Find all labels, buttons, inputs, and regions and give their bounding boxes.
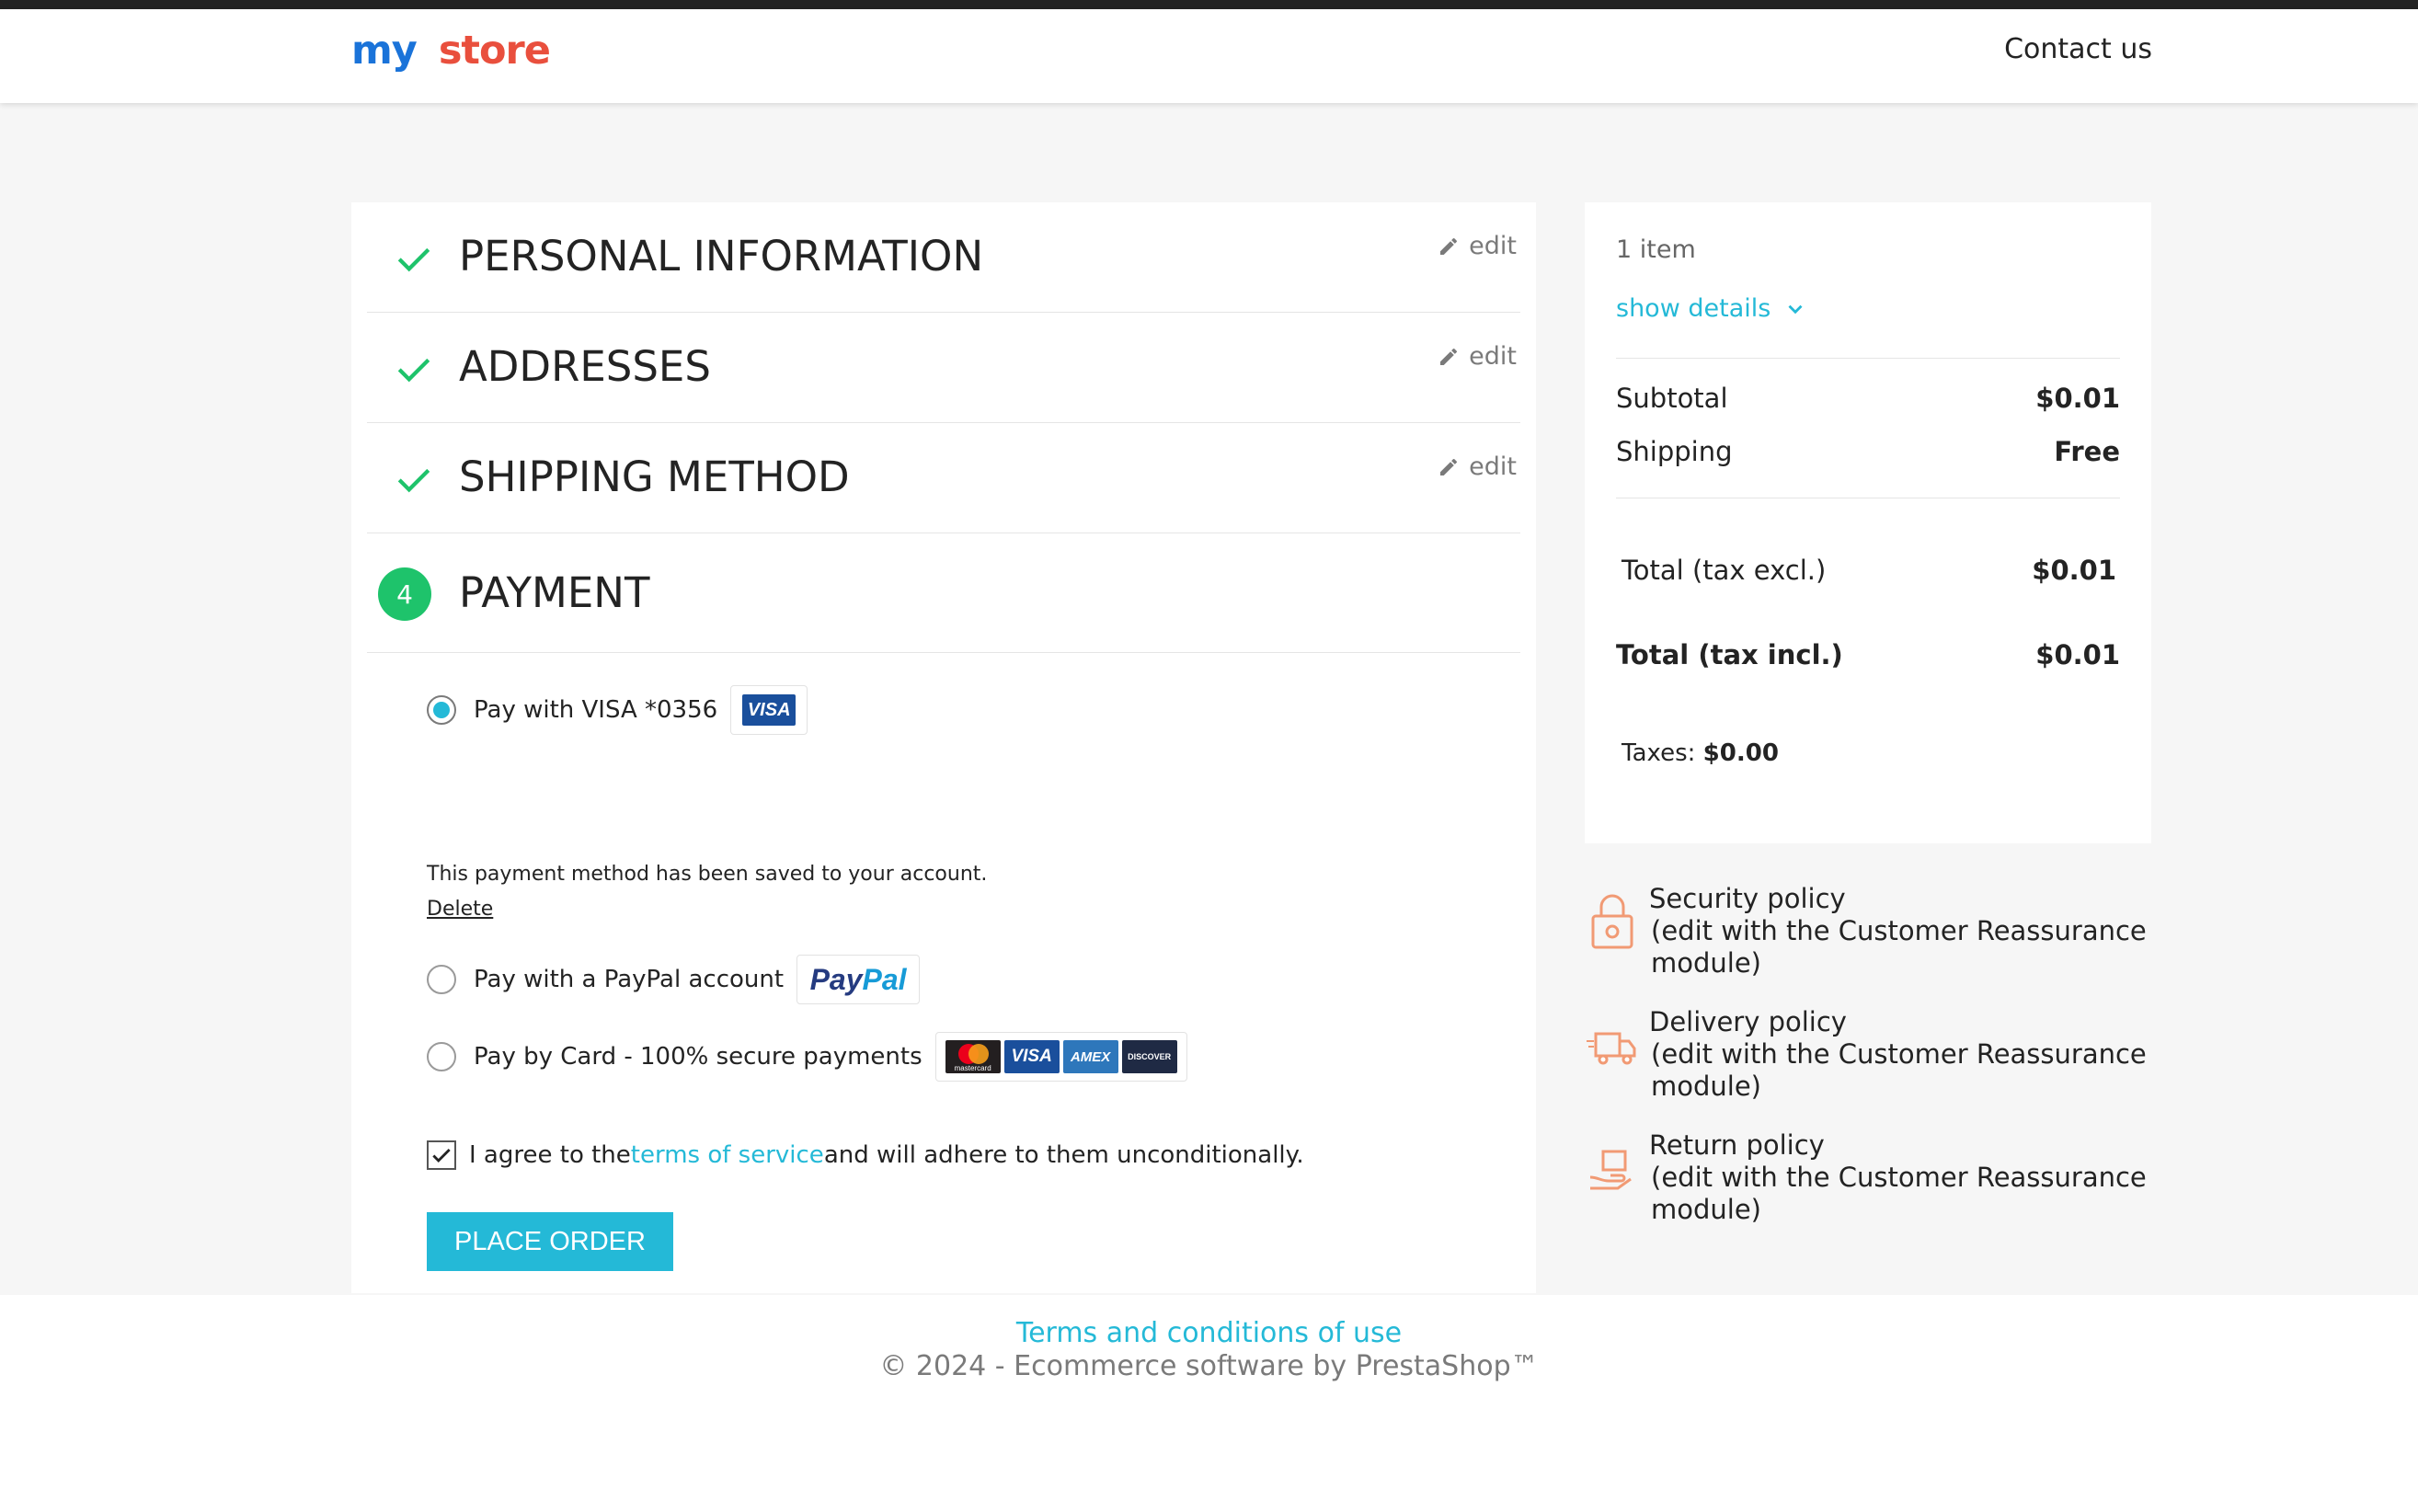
terms-agreement: I agree to the terms of service and will…: [427, 1140, 1304, 1170]
pencil-icon: [1440, 237, 1458, 255]
payment-option-visa-saved[interactable]: Pay with VISA *0356 VISA: [427, 685, 808, 735]
show-details-toggle[interactable]: show details: [1616, 294, 1807, 323]
logo-word-store: store: [438, 28, 551, 74]
terms-checkbox[interactable]: [427, 1140, 456, 1170]
logo-word-my: my: [351, 28, 418, 74]
step-personal-information[interactable]: PERSONAL INFORMATION edit: [367, 202, 1520, 313]
total-incl-row: Total (tax incl.) $0.01: [1616, 639, 2120, 670]
subtotal-row: Subtotal $0.01: [1616, 383, 2120, 414]
shipping-value: Free: [2054, 436, 2120, 467]
terms-of-service-link[interactable]: terms of service: [631, 1141, 824, 1169]
total-excl-label: Total (tax excl.): [1622, 555, 1827, 586]
total-incl-label: Total (tax incl.): [1616, 639, 1843, 670]
shipping-row: Shipping Free: [1616, 436, 2120, 467]
step-title: SHIPPING METHOD: [459, 452, 850, 501]
paypal-logo-part2: Pal: [862, 962, 907, 996]
check-icon: [397, 247, 430, 272]
payment-radio-card[interactable]: [427, 1042, 456, 1071]
terms-and-conditions-link[interactable]: Terms and conditions of use: [0, 1317, 2418, 1349]
reassurance-delivery: Delivery policy (edit with the Customer …: [1585, 1006, 2151, 1103]
visa-card-logo: VISA: [1003, 1040, 1060, 1073]
payment-option-label: Pay by Card - 100% secure payments: [474, 1043, 923, 1071]
delivery-truck-icon: [1587, 1032, 1636, 1065]
paypal-logo: Pay Pal: [796, 955, 921, 1004]
top-bar: [0, 0, 2418, 9]
reassurance-desc: (edit with the Customer Reassurance modu…: [1651, 915, 2147, 979]
store-logo[interactable]: my store: [351, 28, 551, 74]
place-order-button[interactable]: PLACE ORDER: [427, 1212, 673, 1271]
contact-us-link[interactable]: Contact us: [2004, 33, 2152, 65]
payment-radio-paypal[interactable]: [427, 965, 456, 994]
payment-option-paypal[interactable]: Pay with a PayPal account Pay Pal: [427, 955, 921, 1004]
edit-label: edit: [1469, 342, 1517, 371]
taxes-value: $0.00: [1702, 739, 1779, 767]
reassurance-title: Security policy: [1649, 883, 1846, 914]
reassurance-desc: (edit with the Customer Reassurance modu…: [1651, 1162, 2147, 1225]
chevron-down-icon: [1788, 304, 1803, 314]
card-logos: mastercard VISA AMEX DISCOVER: [934, 1032, 1187, 1082]
taxes-row: Taxes: $0.00: [1622, 739, 1779, 767]
visa-logo: VISA: [730, 685, 808, 735]
reassurance-security: Security policy (edit with the Customer …: [1585, 883, 2151, 979]
check-icon: [397, 468, 430, 493]
reassurance-title: Return policy: [1649, 1129, 1825, 1161]
checkmark-icon: [432, 1149, 451, 1163]
edit-personal-information-button[interactable]: edit: [1438, 232, 1517, 260]
mastercard-logo: mastercard: [945, 1040, 1001, 1073]
pencil-icon: [1440, 348, 1458, 365]
step-addresses[interactable]: ADDRESSES edit: [367, 313, 1520, 423]
order-summary: 1 item show details Subtotal $0.01 Shipp…: [1585, 202, 2151, 843]
payment-option-label: Pay with a PayPal account: [474, 966, 785, 993]
reassurance-return: Return policy (edit with the Customer Re…: [1585, 1129, 2151, 1226]
edit-label: edit: [1469, 452, 1517, 481]
summary-divider: [1616, 358, 2120, 359]
return-box-icon: [1589, 1150, 1632, 1190]
step-title: ADDRESSES: [459, 342, 711, 391]
step-payment: 4 PAYMENT: [367, 533, 1520, 653]
discover-logo: DISCOVER: [1121, 1040, 1177, 1073]
reassurance-title: Delivery policy: [1649, 1006, 1847, 1037]
payment-option-label: Pay with VISA *0356: [474, 696, 718, 724]
terms-text-after: and will adhere to them unconditionally.: [823, 1141, 1304, 1169]
edit-shipping-method-button[interactable]: edit: [1438, 452, 1517, 481]
visa-logo-text: VISA: [742, 694, 796, 726]
check-icon: [397, 358, 430, 383]
checkout-steps: PERSONAL INFORMATION edit ADDRESSES edit…: [351, 202, 1536, 1293]
saved-payment-note: This payment method has been saved to yo…: [427, 863, 988, 886]
paypal-logo-part1: Pay: [809, 962, 863, 996]
site-header: my store Contact us: [0, 9, 2418, 103]
lock-icon: [1591, 894, 1633, 949]
total-excl-row: Total (tax excl.) $0.01: [1622, 555, 2116, 586]
edit-label: edit: [1469, 232, 1517, 260]
step-title: PERSONAL INFORMATION: [459, 232, 984, 281]
show-details-label: show details: [1616, 294, 1771, 323]
taxes-label: Taxes:: [1622, 739, 1703, 767]
payment-radio-visa-saved[interactable]: [427, 695, 456, 725]
terms-text-before: I agree to the: [469, 1141, 631, 1169]
shipping-label: Shipping: [1616, 436, 1733, 467]
items-count: 1 item: [1616, 235, 1696, 264]
reassurance-desc: (edit with the Customer Reassurance modu…: [1651, 1038, 2147, 1102]
payment-option-card[interactable]: Pay by Card - 100% secure payments maste…: [427, 1032, 1187, 1082]
step-shipping-method[interactable]: SHIPPING METHOD edit: [367, 423, 1520, 533]
footer-copyright: © 2024 - Ecommerce software by PrestaSho…: [879, 1350, 1539, 1382]
delete-saved-payment-link[interactable]: Delete: [427, 898, 493, 921]
amex-logo: AMEX: [1062, 1040, 1118, 1073]
step-number-badge: 4: [378, 567, 431, 621]
edit-addresses-button[interactable]: edit: [1438, 342, 1517, 371]
total-excl-value: $0.01: [2032, 555, 2116, 586]
subtotal-label: Subtotal: [1616, 383, 1728, 414]
subtotal-value: $0.01: [2035, 383, 2120, 414]
pencil-icon: [1440, 458, 1458, 475]
step-title: PAYMENT: [459, 568, 650, 617]
mastercard-logo-text: mastercard: [954, 1064, 991, 1072]
checkout-main: PERSONAL INFORMATION edit ADDRESSES edit…: [0, 103, 2418, 1295]
total-incl-value: $0.01: [2035, 639, 2120, 670]
